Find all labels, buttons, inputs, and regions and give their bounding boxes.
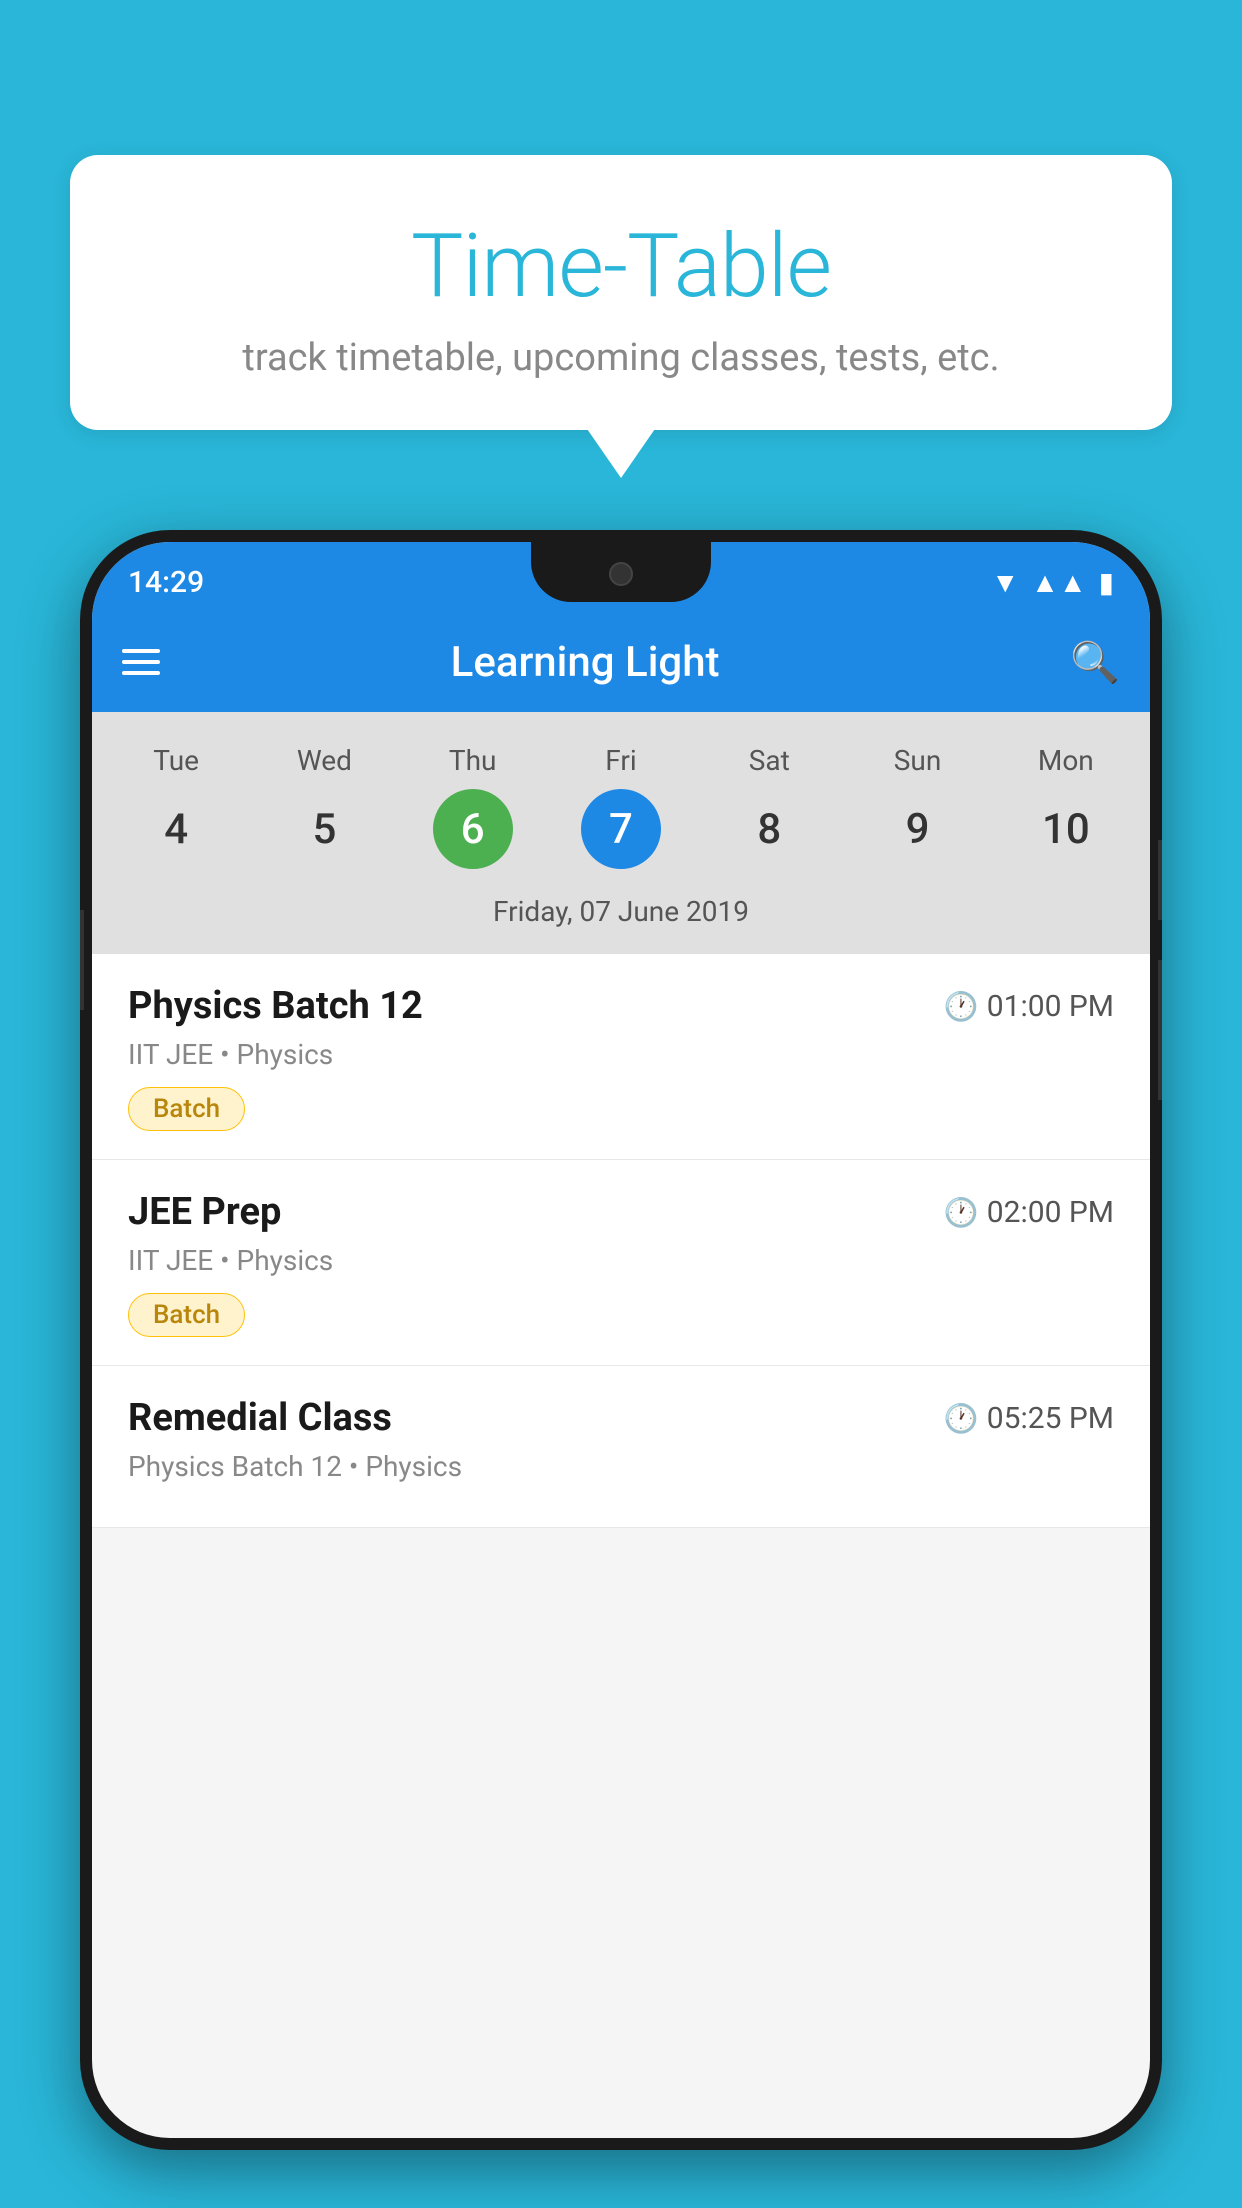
day-name: Fri bbox=[605, 744, 636, 777]
item-time: 🕐01:00 PM bbox=[944, 989, 1114, 1024]
schedule-list: Physics Batch 12 🕐01:00 PM IIT JEE • Physi… bbox=[92, 954, 1150, 1528]
selected-date-label: Friday, 07 June 2019 bbox=[102, 881, 1140, 944]
days-row: Tue 4 Wed 5 Thu 6 Fri 7 Sat 8 Sun 9 Mon 10 bbox=[102, 732, 1140, 881]
day-col-thu[interactable]: Thu 6 bbox=[408, 744, 538, 869]
item-subtitle: Physics Batch 12 • Physics bbox=[128, 1450, 1114, 1483]
item-title: Physics Batch 12 bbox=[128, 984, 423, 1028]
volume-button bbox=[80, 910, 84, 1010]
day-name: Sun bbox=[894, 744, 942, 777]
volume-down-button bbox=[1158, 960, 1162, 1100]
power-button bbox=[1158, 840, 1162, 920]
status-icons: ▼ ▲▲ ▮ bbox=[991, 566, 1114, 599]
day-name: Thu bbox=[449, 744, 497, 777]
bubble-subtitle: track timetable, upcoming classes, tests… bbox=[120, 336, 1122, 380]
item-title: JEE Prep bbox=[128, 1190, 281, 1234]
camera bbox=[609, 562, 633, 586]
batch-tag: Batch bbox=[128, 1087, 245, 1131]
day-number[interactable]: 5 bbox=[284, 789, 364, 869]
wifi-icon: ▼ bbox=[991, 566, 1019, 599]
day-col-sun[interactable]: Sun 9 bbox=[853, 744, 983, 869]
day-col-tue[interactable]: Tue 4 bbox=[111, 744, 241, 869]
schedule-item[interactable]: Remedial Class 🕐05:25 PM Physics Batch 12 … bbox=[92, 1366, 1150, 1528]
speech-bubble: Time-Table track timetable, upcoming cla… bbox=[70, 155, 1172, 430]
day-col-fri[interactable]: Fri 7 bbox=[556, 744, 686, 869]
day-col-mon[interactable]: Mon 10 bbox=[1001, 744, 1131, 869]
item-subtitle: IIT JEE • Physics bbox=[128, 1038, 1114, 1071]
calendar-header: Tue 4 Wed 5 Thu 6 Fri 7 Sat 8 Sun 9 Mon 10 Friday, 07… bbox=[92, 712, 1150, 954]
item-title: Remedial Class bbox=[128, 1396, 392, 1440]
day-name: Mon bbox=[1038, 744, 1094, 777]
day-name: Tue bbox=[153, 744, 199, 777]
clock-icon: 🕐 bbox=[944, 990, 979, 1023]
clock-icon: 🕐 bbox=[944, 1402, 979, 1435]
search-icon[interactable]: 🔍 bbox=[1070, 639, 1120, 686]
bubble-title: Time-Table bbox=[120, 215, 1122, 318]
clock-icon: 🕐 bbox=[944, 1196, 979, 1229]
day-number[interactable]: 4 bbox=[136, 789, 216, 869]
app-bar: Learning Light 🔍 bbox=[92, 612, 1150, 712]
day-name: Wed bbox=[297, 744, 352, 777]
batch-tag: Batch bbox=[128, 1293, 245, 1337]
schedule-item[interactable]: Physics Batch 12 🕐01:00 PM IIT JEE • Physi… bbox=[92, 954, 1150, 1160]
day-col-sat[interactable]: Sat 8 bbox=[704, 744, 834, 869]
day-number[interactable]: 6 bbox=[433, 789, 513, 869]
item-time: 🕐05:25 PM bbox=[944, 1401, 1114, 1436]
item-subtitle: IIT JEE • Physics bbox=[128, 1244, 1114, 1277]
day-number[interactable]: 8 bbox=[729, 789, 809, 869]
schedule-item[interactable]: JEE Prep 🕐02:00 PM IIT JEE • Physics Batch bbox=[92, 1160, 1150, 1366]
notch bbox=[531, 542, 711, 602]
phone-frame: 14:29 ▼ ▲▲ ▮ Learning Light 🔍 Tue 4 Wed 5 Th… bbox=[80, 530, 1162, 2150]
phone-container: 14:29 ▼ ▲▲ ▮ Learning Light 🔍 Tue 4 Wed 5 Th… bbox=[80, 530, 1162, 2208]
day-number[interactable]: 9 bbox=[878, 789, 958, 869]
signal-icon: ▲▲ bbox=[1031, 566, 1086, 599]
day-col-wed[interactable]: Wed 5 bbox=[259, 744, 389, 869]
battery-icon: ▮ bbox=[1099, 566, 1114, 599]
status-time: 14:29 bbox=[128, 565, 204, 600]
app-title: Learning Light bbox=[190, 638, 980, 687]
day-number[interactable]: 7 bbox=[581, 789, 661, 869]
day-name: Sat bbox=[749, 744, 790, 777]
phone-screen: 14:29 ▼ ▲▲ ▮ Learning Light 🔍 Tue 4 Wed 5 Th… bbox=[92, 542, 1150, 2138]
item-time: 🕐02:00 PM bbox=[944, 1195, 1114, 1230]
day-number[interactable]: 10 bbox=[1026, 789, 1106, 869]
menu-icon[interactable] bbox=[122, 649, 160, 675]
